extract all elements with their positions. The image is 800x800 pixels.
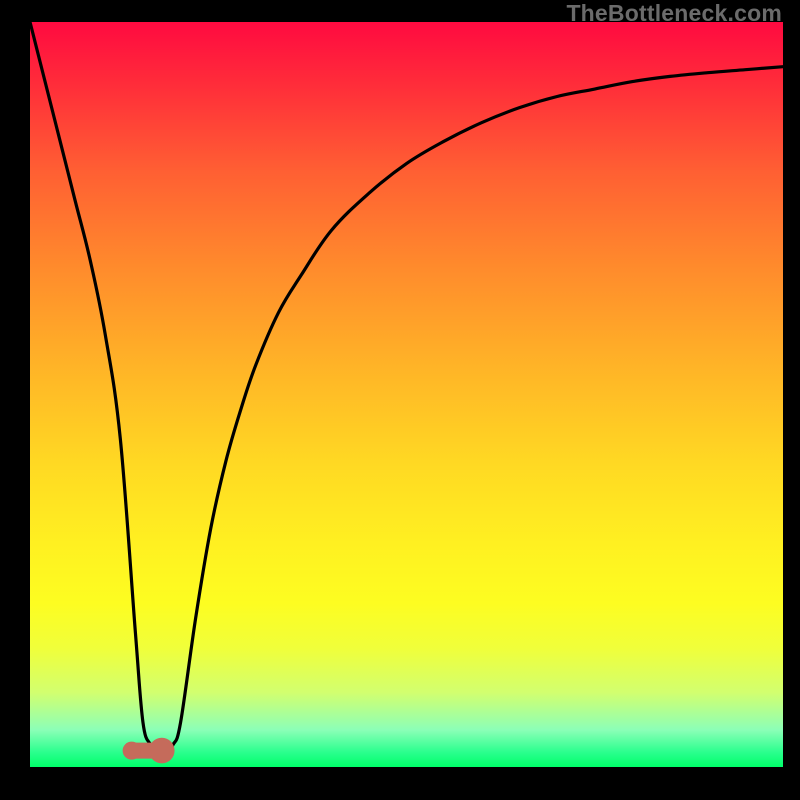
marker-point-b (149, 738, 175, 764)
curve-layer (30, 22, 783, 767)
plot-area (30, 22, 783, 767)
marker-point-a (123, 742, 141, 760)
bottleneck-curve (30, 22, 783, 753)
chart-frame: TheBottleneck.com (0, 0, 800, 800)
